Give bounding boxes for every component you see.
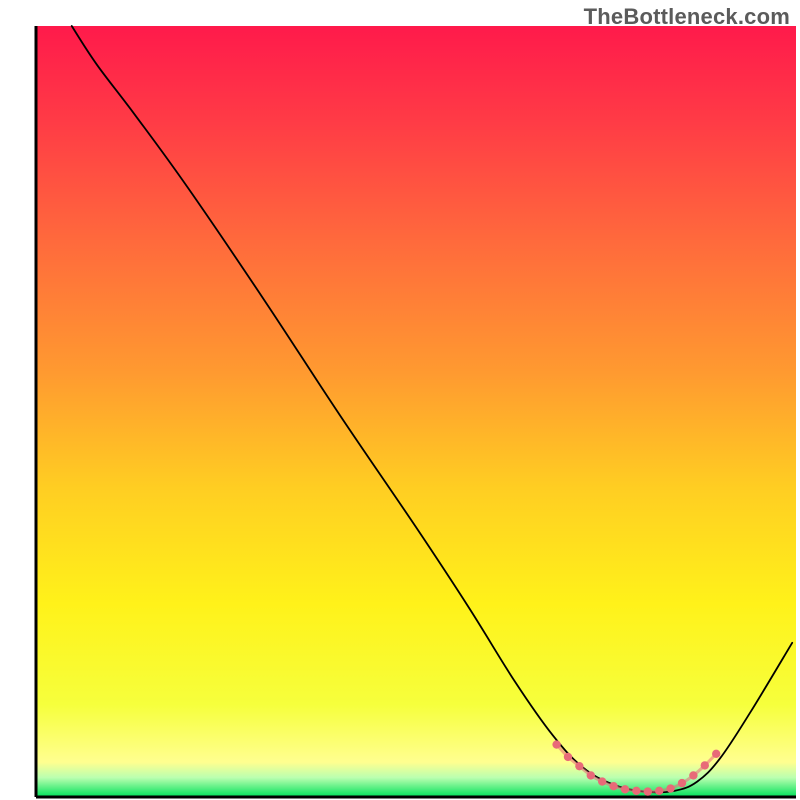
optimal-range-dot [587,771,595,779]
optimal-range-dot [655,787,663,795]
optimal-range-dot [701,761,709,769]
optimal-range-dot [552,740,560,748]
optimal-range-dot [575,762,583,770]
watermark-text: TheBottleneck.com [584,4,790,30]
optimal-range-dot [609,782,617,790]
optimal-range-dot [564,753,572,761]
optimal-range-dot [621,785,629,793]
optimal-range-dot [689,771,697,779]
optimal-range-dot [632,787,640,795]
bottleneck-chart [0,0,800,800]
optimal-range-dot [598,777,606,785]
optimal-range-dot [712,750,720,758]
optimal-range-dot [666,784,674,792]
optimal-range-dot [644,787,652,795]
gradient-background [36,26,796,797]
chart-frame: TheBottleneck.com [0,0,800,800]
optimal-range-dot [678,779,686,787]
